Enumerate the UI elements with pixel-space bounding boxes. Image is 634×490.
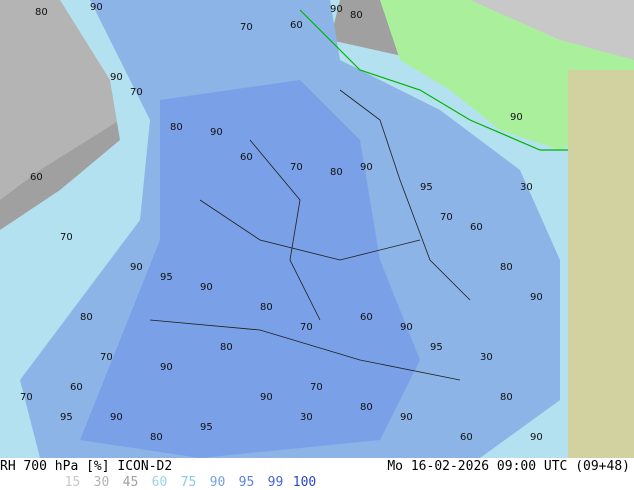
contour-label: 70 (300, 322, 313, 333)
contour-label: 80 (35, 7, 48, 18)
contour-label: 70 (440, 212, 453, 223)
contour-label: 70 (100, 352, 113, 363)
contour-label: 95 (60, 412, 73, 423)
map-title: RH 700 hPa [%] ICON-D2 (0, 459, 173, 474)
legend-item-45: 45 (122, 475, 139, 490)
contour-label: 90 (210, 127, 223, 138)
contour-label: 90 (400, 322, 413, 333)
map-datetime: Mo 16-02-2026 09:00 UTC (09+48) (387, 459, 630, 474)
contour-label: 70 (60, 232, 73, 243)
contour-label: 90 (530, 292, 543, 303)
contour-label: 80 (150, 432, 163, 443)
contour-label: 90 (330, 4, 343, 15)
contour-label: 80 (80, 312, 93, 323)
contour-label: 90 (110, 72, 123, 83)
legend-item-30: 30 (93, 475, 110, 490)
contour-label: 70 (290, 162, 303, 173)
contour-label: 70 (20, 392, 33, 403)
weather-map-view: 80 90 70 60 90 80 90 70 80 90 60 70 80 90 95 70 60 80 90 30… (0, 0, 634, 490)
contour-label: 80 (170, 122, 183, 133)
legend-item-95: 95 (238, 475, 255, 490)
contour-label: 60 (240, 152, 253, 163)
contour-label: 60 (470, 222, 483, 233)
legend-item-60: 60 (151, 475, 168, 490)
legend-item-100: 100 (292, 475, 317, 490)
tan-outside-domain (568, 70, 634, 458)
contour-label: 90 (530, 432, 543, 443)
contour-label: 70 (240, 22, 253, 33)
legend-item-99: 99 (267, 475, 284, 490)
contour-label: 60 (360, 312, 373, 323)
color-legend: 15 30 45 60 75 90 95 99 100 (58, 475, 319, 490)
contour-label: 90 (360, 162, 373, 173)
contour-label: 80 (500, 262, 513, 273)
contour-label: 90 (510, 112, 523, 123)
contour-label: 30 (480, 352, 493, 363)
contour-label: 60 (70, 382, 83, 393)
contour-label: 90 (260, 392, 273, 403)
legend-item-75: 75 (180, 475, 197, 490)
contour-label: 90 (110, 412, 123, 423)
contour-label: 95 (420, 182, 433, 193)
rh-map[interactable]: 80 90 70 60 90 80 90 70 80 90 60 70 80 90 95 70 60 80 90 30… (0, 0, 634, 458)
contour-label: 95 (160, 272, 173, 283)
contour-label: 80 (360, 402, 373, 413)
legend-item-15: 15 (64, 475, 81, 490)
legend-item-90: 90 (209, 475, 226, 490)
contour-label: 95 (430, 342, 443, 353)
map-footer: RH 700 hPa [%] ICON-D2 Mo 16-02-2026 09:… (0, 458, 634, 490)
contour-label: 60 (290, 20, 303, 31)
contour-label: 30 (520, 182, 533, 193)
contour-label: 30 (300, 412, 313, 423)
contour-label: 95 (200, 422, 213, 433)
contour-label: 80 (260, 302, 273, 313)
contour-label: 80 (220, 342, 233, 353)
contour-label: 70 (130, 87, 143, 98)
contour-label: 90 (200, 282, 213, 293)
contour-label: 90 (400, 412, 413, 423)
contour-label: 80 (350, 10, 363, 21)
contour-label: 90 (90, 2, 103, 13)
contour-label: 90 (160, 362, 173, 373)
contour-label: 90 (130, 262, 143, 273)
contour-label: 60 (30, 172, 43, 183)
contour-label: 70 (310, 382, 323, 393)
contour-label: 80 (330, 167, 343, 178)
contour-label: 60 (460, 432, 473, 443)
contour-label: 80 (500, 392, 513, 403)
